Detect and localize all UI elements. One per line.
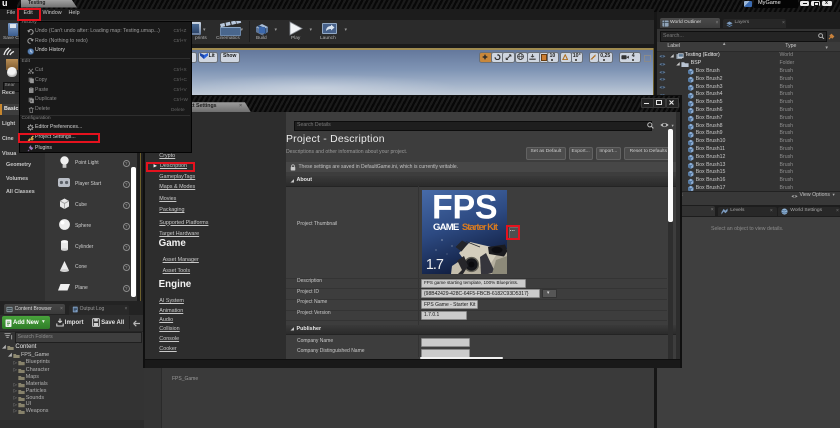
svg-text:FPS: FPS [432,190,498,227]
svg-text:GAME: GAME [433,222,460,233]
svg-text:Starter Kit: Starter Kit [461,222,498,233]
svg-text:1.7: 1.7 [425,257,443,273]
